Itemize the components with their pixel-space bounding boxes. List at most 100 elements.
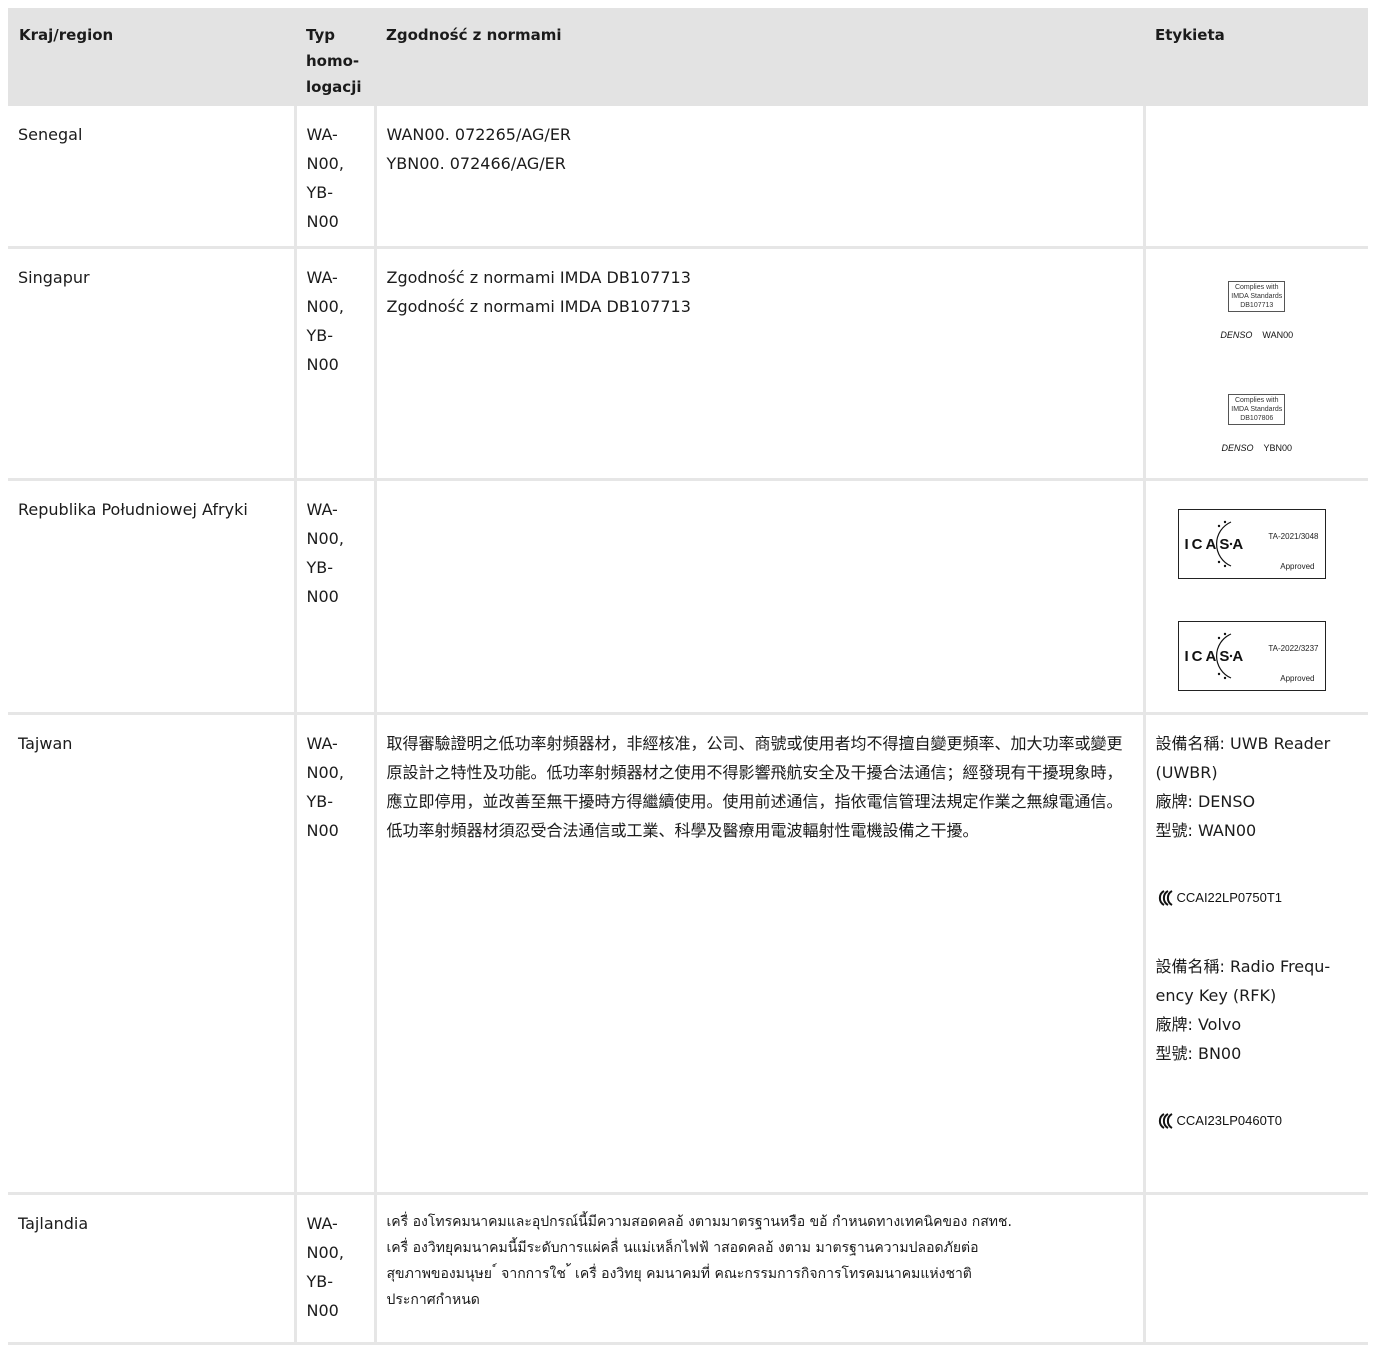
type-line: N00, (306, 763, 344, 782)
imda-label: Complies with IMDA Standards DB107713 DE… (1156, 281, 1359, 350)
imda-compliance-box: Complies with IMDA Standards DB107713 (1228, 281, 1286, 312)
imda-model: WAN00 (1262, 330, 1294, 340)
type-cell: WA- N00, YB- N00 (293, 106, 375, 249)
label-cell: 設備名稱: UWB Reader (UWBR) 廠牌: DENSO 型號: WA… (1142, 713, 1368, 1195)
imda-compliance-box: Complies with IMDA Standards DB107806 (1228, 394, 1286, 425)
type-line: N00 (306, 1301, 339, 1320)
table-row: Singapur WA- N00, YB- N00 Zgodność z nor… (8, 247, 1368, 481)
type-line: WA- (306, 1214, 338, 1233)
icasa-status: Approved (1280, 562, 1315, 571)
norms-cell: 取得審驗證明之低功率射頻器材，非經核准，公司、商號或使用者均不得擅自變更頻率、加… (373, 713, 1144, 1195)
type-cell: WA- N00, YB- N00 (293, 247, 375, 481)
label-cell: Complies with IMDA Standards DB107713 DE… (1142, 247, 1368, 481)
imda-brand: DENSO (1221, 443, 1254, 453)
imda-model: YBN00 (1263, 443, 1293, 453)
type-line: YB- (306, 558, 334, 577)
imda-line: DB107806 (1240, 415, 1274, 422)
type-line: N00, (306, 1243, 344, 1262)
imda-label: Complies with IMDA Standards DB107806 DE… (1156, 394, 1359, 463)
type-line: N00 (306, 355, 339, 374)
type-line: WA- (306, 125, 338, 144)
icasa-status: Approved (1280, 674, 1315, 683)
icasa-number: TA-2022/3237 (1268, 644, 1319, 653)
country-cell: Tajlandia (8, 1193, 295, 1345)
norm-line: Zgodność z normami IMDA DB107713 (386, 268, 691, 287)
icasa-text: ICASA (1184, 536, 1247, 553)
ncc-code: CCAI22LP0750T1 (1176, 890, 1283, 905)
spec-line: 廠牌: DENSO (1155, 792, 1256, 811)
norm-line: Zgodność z normami IMDA DB107713 (386, 297, 691, 316)
icasa-logo: ICASA TA-2022/3237 Approved (1177, 621, 1326, 691)
type-cell: WA- N00, YB- N00 (293, 713, 375, 1195)
ncc-waves-icon (1158, 1112, 1173, 1129)
imda-line: IMDA Standards (1231, 293, 1283, 300)
country-cell: Tajwan (8, 713, 295, 1195)
type-cell: WA- N00, YB- N00 (293, 479, 375, 715)
table-row: Tajlandia WA- N00, YB- N00 เครื่ องโทรคม… (8, 1193, 1368, 1345)
norm-line: สุขภาพของมนุษย ์ จากการใช ้ เครื่ องวิทย… (386, 1266, 972, 1282)
type-line: YB- (306, 1272, 334, 1291)
header-norms: Zgodność z normami (375, 8, 1144, 106)
norm-line: YBN00. 072466/AG/ER (386, 154, 566, 173)
spec-line: 設備名稱: UWB Reader (UWBR) (1155, 734, 1331, 782)
table-header: Kraj/region Typ homo- logacji Zgodność z… (8, 8, 1368, 106)
country-cell: Republika Południowej Afryki (8, 479, 295, 715)
norm-line: ประกาศกำหนด (386, 1292, 480, 1308)
ncc-waves-icon (1158, 889, 1173, 906)
country-cell: Singapur (8, 247, 295, 481)
imda-brand: DENSO (1220, 330, 1253, 340)
ncc-mark: CCAI22LP0750T1 (1156, 883, 1359, 912)
table-row: Senegal WA- N00, YB- N00 WAN00. 072265/A… (8, 106, 1368, 249)
norm-line: เครื่ องวิทยุคมนาคมนี้มีระดับการแผ่คลื่ … (386, 1240, 979, 1256)
type-line: N00 (306, 821, 339, 840)
imda-line: IMDA Standards (1231, 406, 1283, 413)
type-line: N00, (306, 297, 344, 316)
header-type-line: homo- (306, 52, 360, 70)
norm-line: เครื่ องโทรคมนาคมและอุปกรณ์นี้มีความสอดค… (386, 1214, 1012, 1230)
spec-line: 型號: BN00 (1155, 1044, 1242, 1063)
norm-line: WAN00. 072265/AG/ER (386, 125, 572, 144)
spec-line: 設備名稱: Radio Frequ-ency Key (RFK) (1155, 957, 1331, 1005)
type-cell: WA- N00, YB- N00 (293, 1193, 375, 1345)
table-row: Republika Południowej Afryki WA- N00, YB… (8, 479, 1368, 715)
header-type-line: Typ (306, 26, 335, 44)
ncc-code: CCAI23LP0460T0 (1176, 1113, 1283, 1128)
header-type-line: logacji (306, 78, 362, 96)
imda-line: Complies with (1234, 397, 1279, 404)
label-cell (1142, 1193, 1368, 1345)
taiwan-spec: 設備名稱: Radio Frequ-ency Key (RFK) 廠牌: Vol… (1156, 952, 1359, 1068)
header-type: Typ homo- logacji (295, 8, 375, 106)
imda-brand-model: DENSO YBN00 (1156, 434, 1359, 463)
type-line: N00 (306, 212, 339, 231)
type-line: WA- (306, 500, 338, 519)
ncc-mark: CCAI23LP0460T0 (1156, 1106, 1359, 1135)
type-line: YB- (306, 792, 334, 811)
imda-brand-model: DENSO WAN00 (1156, 321, 1359, 350)
spec-line: 型號: WAN00 (1155, 821, 1257, 840)
norms-cell: WAN00. 072265/AG/ER YBN00. 072466/AG/ER (373, 106, 1144, 249)
compliance-table: Kraj/region Typ homo- logacji Zgodność z… (8, 8, 1368, 1345)
imda-line: DB107713 (1240, 302, 1274, 309)
norms-cell: เครื่ องโทรคมนาคมและอุปกรณ์นี้มีความสอดค… (373, 1193, 1144, 1345)
header-label: Etykieta (1144, 8, 1368, 106)
icasa-logo: ICASA TA-2021/3048 Approved (1177, 509, 1326, 579)
type-line: YB- (306, 183, 334, 202)
type-line: WA- (306, 734, 338, 753)
country-cell: Senegal (8, 106, 295, 249)
label-cell (1142, 106, 1368, 249)
imda-line: Complies with (1234, 284, 1279, 291)
type-line: WA- (306, 268, 338, 287)
taiwan-spec: 設備名稱: UWB Reader (UWBR) 廠牌: DENSO 型號: WA… (1156, 729, 1359, 845)
label-cell: ICASA TA-2021/3048 Approved ICASA TA-202… (1142, 479, 1368, 715)
norms-cell (373, 479, 1144, 715)
type-line: YB- (306, 326, 334, 345)
page: Kraj/region Typ homo- logacji Zgodność z… (0, 0, 1375, 1345)
type-line: N00, (306, 154, 344, 173)
table-row: Tajwan WA- N00, YB- N00 取得審驗證明之低功率射頻器材，非… (8, 713, 1368, 1195)
icasa-number: TA-2021/3048 (1268, 532, 1319, 541)
type-line: N00, (306, 529, 344, 548)
spec-line: 廠牌: Volvo (1155, 1015, 1242, 1034)
header-country: Kraj/region (8, 8, 295, 106)
icasa-text: ICASA (1184, 648, 1247, 665)
type-line: N00 (306, 587, 339, 606)
